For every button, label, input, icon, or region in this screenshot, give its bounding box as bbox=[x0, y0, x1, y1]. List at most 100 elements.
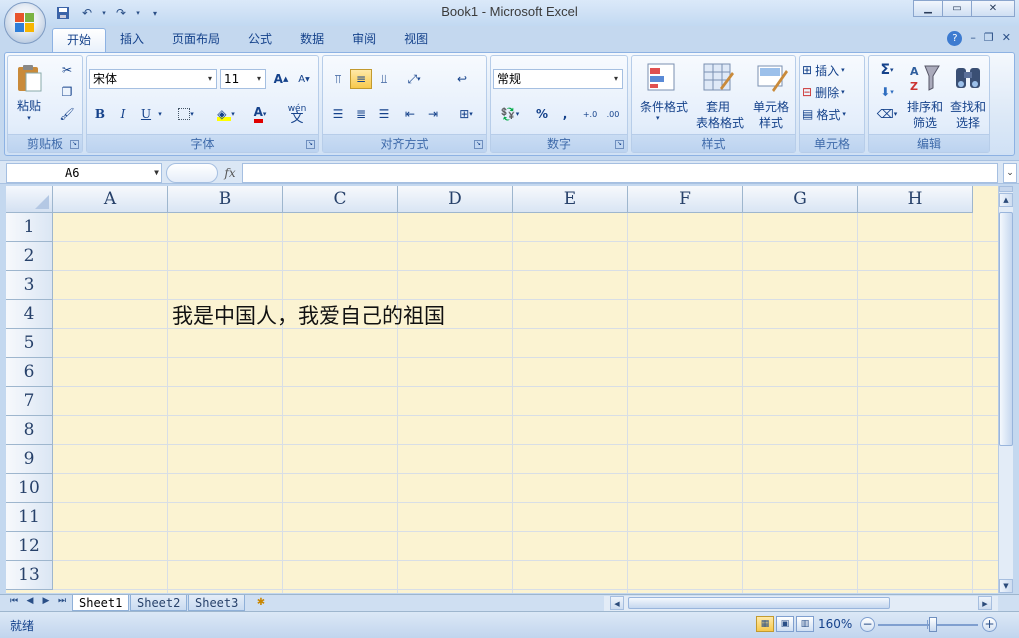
tab-6[interactable]: 视图 bbox=[390, 28, 442, 52]
orientation-icon[interactable]: ⤢ ▾ bbox=[399, 69, 429, 89]
scroll-down-icon[interactable]: ▼ bbox=[999, 579, 1013, 593]
row-header-1[interactable]: 1 bbox=[6, 213, 53, 242]
row-header-5[interactable]: 5 bbox=[6, 329, 53, 358]
tab-4[interactable]: 数据 bbox=[286, 28, 338, 52]
vertical-scroll-thumb[interactable] bbox=[999, 212, 1013, 446]
last-sheet-icon[interactable]: ⏭ bbox=[56, 596, 68, 606]
select-all-button[interactable] bbox=[6, 186, 53, 213]
number-launcher-icon[interactable]: ↘ bbox=[615, 140, 624, 149]
zoom-in-icon[interactable]: + bbox=[982, 617, 997, 632]
delete-cells-button[interactable]: ⊟ 删除 ▾ bbox=[802, 82, 862, 102]
font-launcher-icon[interactable]: ↘ bbox=[306, 140, 315, 149]
column-header-g[interactable]: G bbox=[743, 186, 858, 213]
paste-dropdown-icon[interactable]: ▾ bbox=[27, 114, 31, 122]
column-header-d[interactable]: D bbox=[398, 186, 513, 213]
align-center-icon[interactable]: ≣ bbox=[350, 104, 372, 124]
alignment-launcher-icon[interactable]: ↘ bbox=[474, 140, 483, 149]
vertical-split-handle[interactable] bbox=[999, 186, 1013, 192]
align-top-icon[interactable]: ⫪ bbox=[327, 69, 349, 89]
shrink-font-button[interactable]: A ▼ bbox=[293, 69, 315, 89]
row-header-6[interactable]: 6 bbox=[6, 358, 53, 387]
underline-button[interactable]: U bbox=[135, 104, 157, 124]
scroll-left-icon[interactable]: ◀ bbox=[610, 596, 624, 610]
sheet-tab-2[interactable]: Sheet2 bbox=[130, 595, 188, 611]
row-header-4[interactable]: 4 bbox=[6, 300, 53, 329]
find-select-button[interactable]: 查找和 选择 bbox=[947, 60, 989, 132]
sheet-tab-1[interactable]: Sheet1 bbox=[72, 595, 130, 611]
row-header-7[interactable]: 7 bbox=[6, 387, 53, 416]
column-header-f[interactable]: F bbox=[628, 186, 743, 213]
next-sheet-icon[interactable]: ▶ bbox=[40, 596, 52, 606]
column-header-a[interactable]: A bbox=[53, 186, 168, 213]
formula-bar-divider[interactable] bbox=[166, 163, 218, 183]
cut-icon[interactable]: ✂ bbox=[56, 60, 78, 80]
name-box[interactable]: A6 ▼ bbox=[6, 163, 162, 183]
close-button[interactable]: ✕ bbox=[971, 0, 1015, 17]
row-header-10[interactable]: 10 bbox=[6, 474, 53, 503]
row-header-13[interactable]: 13 bbox=[6, 561, 53, 590]
office-button[interactable] bbox=[4, 2, 46, 44]
bold-button[interactable]: B bbox=[89, 104, 111, 124]
merge-center-icon[interactable]: ⊞ ▾ bbox=[451, 104, 481, 124]
decrease-decimal-button[interactable]: .00 bbox=[602, 104, 624, 124]
number-format-select[interactable]: 常规 ▾ bbox=[493, 69, 623, 89]
decrease-indent-icon[interactable]: ⇤ bbox=[399, 104, 421, 124]
first-sheet-icon[interactable]: ⏮ bbox=[8, 596, 20, 606]
row-header-3[interactable]: 3 bbox=[6, 271, 53, 300]
scroll-up-icon[interactable]: ▲ bbox=[999, 193, 1013, 207]
paste-button[interactable]: 粘贴 ▾ bbox=[12, 60, 46, 124]
column-header-h[interactable]: H bbox=[858, 186, 973, 213]
insert-worksheet-icon[interactable]: ✱ bbox=[247, 595, 275, 611]
cell-styles-button[interactable]: 单元格 样式 bbox=[746, 60, 796, 132]
zoom-level[interactable]: 160% bbox=[818, 617, 852, 631]
help-icon[interactable]: ? bbox=[947, 31, 963, 46]
format-as-table-button[interactable]: 套用 表格格式 bbox=[690, 60, 746, 132]
page-break-view-icon[interactable]: ▥ bbox=[796, 616, 814, 632]
tab-1[interactable]: 插入 bbox=[106, 28, 158, 52]
format-cells-button[interactable]: ▤ 格式 ▾ bbox=[802, 104, 862, 124]
format-painter-icon[interactable]: 🖌 bbox=[56, 104, 78, 124]
normal-view-icon[interactable]: ▦ bbox=[756, 616, 774, 632]
vertical-scrollbar[interactable]: ▲ ▼ bbox=[998, 186, 1013, 593]
align-right-icon[interactable]: ☰ bbox=[373, 104, 395, 124]
page-layout-view-icon[interactable]: ▣ bbox=[776, 616, 794, 632]
tab-0[interactable]: 开始 bbox=[52, 28, 107, 52]
zoom-slider-thumb[interactable] bbox=[929, 617, 937, 632]
font-color-button[interactable]: A ▾ bbox=[245, 104, 275, 124]
row-header-12[interactable]: 12 bbox=[6, 532, 53, 561]
insert-cells-button[interactable]: ⊞ 插入 ▾ bbox=[802, 60, 862, 80]
grow-font-button[interactable]: A ▲ bbox=[270, 69, 292, 89]
sheet-tab-3[interactable]: Sheet3 bbox=[188, 595, 246, 611]
copy-icon[interactable]: ❐ bbox=[56, 82, 78, 102]
horizontal-scroll-thumb[interactable] bbox=[628, 597, 890, 609]
align-middle-icon[interactable]: ≡ bbox=[350, 69, 372, 89]
percent-button[interactable]: % bbox=[531, 104, 553, 124]
align-bottom-icon[interactable]: ⫫ bbox=[373, 69, 395, 89]
autosum-button[interactable]: Σ ▾ bbox=[873, 60, 901, 80]
formula-input[interactable] bbox=[242, 163, 998, 183]
zoom-out-icon[interactable]: − bbox=[860, 617, 875, 632]
increase-decimal-button[interactable]: +.0 bbox=[579, 104, 601, 124]
zoom-slider-track[interactable] bbox=[878, 624, 978, 626]
comma-button[interactable]: , bbox=[554, 104, 576, 124]
cell-area[interactable] bbox=[53, 213, 998, 593]
italic-button[interactable]: I bbox=[112, 104, 134, 124]
ribbon-restore-button[interactable]: ❐ bbox=[984, 31, 994, 46]
clipboard-launcher-icon[interactable]: ↘ bbox=[70, 140, 79, 149]
insert-function-button[interactable]: fx bbox=[219, 164, 241, 182]
clear-icon[interactable]: ⌫ ▾ bbox=[873, 104, 901, 124]
prev-sheet-icon[interactable]: ◀ bbox=[24, 596, 36, 606]
name-box-dropdown-icon[interactable]: ▼ bbox=[154, 164, 159, 182]
sort-filter-button[interactable]: AZ 排序和 筛选 bbox=[905, 60, 945, 132]
expand-formula-bar-icon[interactable]: ⌄ bbox=[1003, 163, 1017, 183]
align-left-icon[interactable]: ☰ bbox=[327, 104, 349, 124]
increase-indent-icon[interactable]: ⇥ bbox=[422, 104, 444, 124]
phonetic-button[interactable]: wén 文 bbox=[281, 104, 313, 126]
wrap-text-icon[interactable]: ↩ bbox=[451, 69, 473, 89]
column-header-c[interactable]: C bbox=[283, 186, 398, 213]
minimize-button[interactable]: ▁ bbox=[913, 0, 943, 17]
tab-5[interactable]: 审阅 bbox=[338, 28, 390, 52]
fill-color-button[interactable]: ◈ ▾ bbox=[209, 104, 243, 124]
cell-b4[interactable]: 我是中国人，我爱自己的祖国 bbox=[172, 302, 445, 331]
ribbon-close-button[interactable]: ✕ bbox=[1002, 31, 1011, 46]
